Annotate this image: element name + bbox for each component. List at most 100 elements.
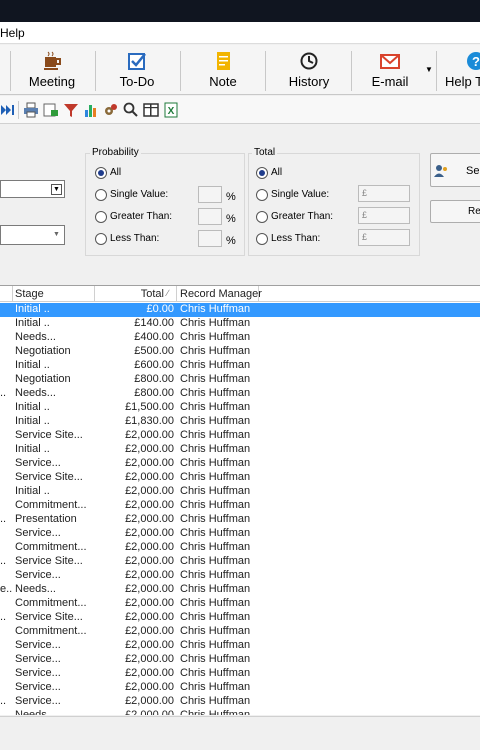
gears-icon[interactable]: [103, 102, 119, 118]
probability-all-radio[interactable]: [95, 167, 107, 179]
table-row[interactable]: Service... £2,000.00 Chris Huffman: [0, 569, 480, 583]
total-less-input[interactable]: £: [358, 229, 410, 246]
table-row[interactable]: Service... £2,000.00 Chris Huffman: [0, 457, 480, 471]
probability-single-radio[interactable]: [95, 189, 107, 201]
row-cell-stage: Service Site...: [15, 471, 83, 483]
total-less-label: Less Than:: [271, 233, 321, 244]
table-row[interactable]: .. Presentation £2,000.00 Chris Huffman: [0, 513, 480, 527]
ribbon-toolbar: Meeting To-Do Note History E-mail ▼ ? He…: [0, 45, 480, 95]
table-row[interactable]: e.. Needs... £2,000.00 Chris Huffman: [0, 583, 480, 597]
menu-help[interactable]: Help: [0, 26, 25, 40]
total-single-input[interactable]: £: [358, 185, 410, 202]
probability-greater-input[interactable]: [198, 208, 222, 225]
table-row[interactable]: Service... £2,000.00 Chris Huffman: [0, 653, 480, 667]
row-cell-total: £2,000.00: [125, 555, 174, 567]
ribbon-separator: [436, 51, 437, 91]
total-greater-input[interactable]: £: [358, 207, 410, 224]
probability-single-input[interactable]: [198, 186, 222, 203]
table-row[interactable]: Initial .. £2,000.00 Chris Huffman: [0, 443, 480, 457]
columns-icon[interactable]: [143, 102, 159, 118]
meeting-button[interactable]: Meeting: [14, 47, 90, 93]
bar-chart-icon[interactable]: [83, 102, 99, 118]
total-single-radio[interactable]: [256, 189, 268, 201]
export-icon[interactable]: [43, 102, 59, 118]
table-row[interactable]: Initial .. £1,830.00 Chris Huffman: [0, 415, 480, 429]
table-row[interactable]: Commitment... £2,000.00 Chris Huffman: [0, 625, 480, 639]
row-cell-record-manager: Chris Huffman: [180, 639, 251, 651]
table-row[interactable]: Service... £2,000.00 Chris Huffman: [0, 667, 480, 681]
table-row[interactable]: Initial .. £0.00 Chris Huffman: [0, 303, 480, 317]
row-cell-record-manager: Chris Huffman: [180, 331, 251, 343]
table-row[interactable]: .. Service... £2,000.00 Chris Huffman: [0, 695, 480, 709]
history-button[interactable]: History: [270, 47, 348, 93]
row-cell-stage: Negotiation: [15, 345, 71, 357]
row-cell-total: £2,000.00: [125, 443, 174, 455]
row-cell-total: £2,000.00: [125, 625, 174, 637]
row-cell-record-manager: Chris Huffman: [180, 373, 251, 385]
filter-icon[interactable]: [63, 102, 79, 118]
table-row[interactable]: Negotiation £800.00 Chris Huffman: [0, 373, 480, 387]
table-row[interactable]: Service Site... £2,000.00 Chris Huffman: [0, 429, 480, 443]
todo-button[interactable]: To-Do: [98, 47, 176, 93]
probability-greater-radio[interactable]: [95, 211, 107, 223]
total-all-radio[interactable]: [256, 167, 268, 179]
user-icon: [434, 165, 447, 177]
history-clock-icon: [300, 52, 318, 70]
row-cell-stage: Initial ..: [15, 359, 50, 371]
note-button[interactable]: Note: [184, 47, 262, 93]
probability-less-input[interactable]: [198, 230, 222, 247]
table-row[interactable]: Needs... £400.00 Chris Huffman: [0, 331, 480, 345]
row-cell-total: £2,000.00: [125, 499, 174, 511]
row-cell-stage: Needs...: [15, 583, 56, 595]
table-row[interactable]: .. Service Site... £2,000.00 Chris Huffman: [0, 611, 480, 625]
last-record-icon[interactable]: [0, 102, 16, 118]
table-row[interactable]: .. Service Site... £2,000.00 Chris Huffman: [0, 555, 480, 569]
column-header-total[interactable]: Total: [141, 288, 164, 300]
table-row[interactable]: Service... £2,000.00 Chris Huffman: [0, 681, 480, 695]
row-cell-stage: Service...: [15, 639, 61, 651]
table-row[interactable]: .. Needs... £800.00 Chris Huffman: [0, 387, 480, 401]
table-row[interactable]: Initial .. £2,000.00 Chris Huffman: [0, 485, 480, 499]
email-button[interactable]: E-mail: [355, 47, 425, 93]
reset-button[interactable]: Res: [430, 200, 480, 223]
window-titlebar: [0, 0, 480, 22]
filter-combo-1[interactable]: ▼: [0, 180, 65, 198]
search-icon[interactable]: [123, 102, 139, 118]
row-cell-stage: Commitment...: [15, 499, 87, 511]
column-header-stage[interactable]: Stage: [15, 288, 44, 300]
table-row[interactable]: Needs £2,000.00 Chris Huffman: [0, 709, 480, 715]
table-row[interactable]: Commitment... £2,000.00 Chris Huffman: [0, 541, 480, 555]
row-cell-total: £2,000.00: [125, 681, 174, 693]
table-row[interactable]: Initial .. £600.00 Chris Huffman: [0, 359, 480, 373]
row-cell-stage: Service Site...: [15, 555, 83, 567]
probability-less-radio[interactable]: [95, 233, 107, 245]
dropdown-arrow-icon: ▼: [425, 65, 433, 74]
filter-combo-2[interactable]: ▼: [0, 225, 65, 245]
help-icon: ?: [467, 52, 480, 70]
row-cell-record-manager: Chris Huffman: [180, 443, 251, 455]
row-cell-record-manager: Chris Huffman: [180, 667, 251, 679]
row-cell-stage: Service...: [15, 667, 61, 679]
total-greater-radio[interactable]: [256, 211, 268, 223]
table-row[interactable]: Commitment... £2,000.00 Chris Huffman: [0, 597, 480, 611]
total-less-radio[interactable]: [256, 233, 268, 245]
column-header-record-manager[interactable]: Record Manager: [180, 288, 262, 300]
table-row[interactable]: Service Site... £2,000.00 Chris Huffman: [0, 471, 480, 485]
email-dropdown-button[interactable]: ▼: [424, 47, 434, 93]
select-button[interactable]: Sel: [430, 153, 480, 187]
excel-icon[interactable]: X: [163, 102, 179, 118]
row-cell-total: £2,000.00: [125, 485, 174, 497]
print-icon[interactable]: [23, 102, 39, 118]
table-row[interactable]: Negotiation £500.00 Chris Huffman: [0, 345, 480, 359]
row-cell-total: £800.00: [134, 373, 174, 385]
help-topics-button[interactable]: ? Help T: [440, 47, 480, 93]
table-row[interactable]: Commitment... £2,000.00 Chris Huffman: [0, 499, 480, 513]
row-cell-total: £2,000.00: [125, 513, 174, 525]
note-icon: [217, 52, 230, 70]
table-row[interactable]: Service... £2,000.00 Chris Huffman: [0, 527, 480, 541]
table-row[interactable]: Service... £2,000.00 Chris Huffman: [0, 639, 480, 653]
probability-less-label: Less Than:: [110, 233, 160, 244]
row-cell-record-manager: Chris Huffman: [180, 653, 251, 665]
table-row[interactable]: Initial .. £140.00 Chris Huffman: [0, 317, 480, 331]
table-row[interactable]: Initial .. £1,500.00 Chris Huffman: [0, 401, 480, 415]
